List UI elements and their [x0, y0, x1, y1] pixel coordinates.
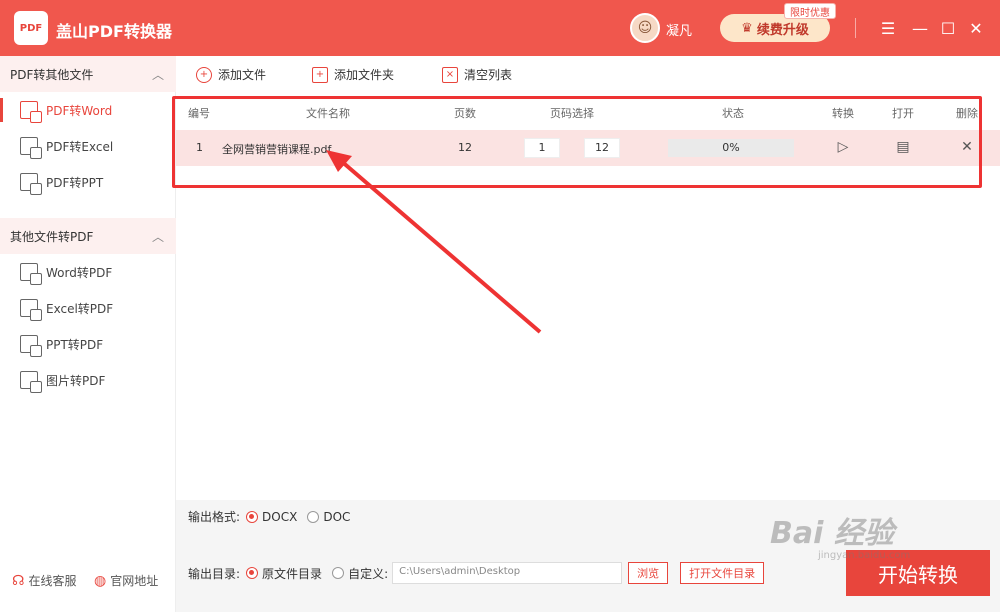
- format-doc-label: DOC: [323, 509, 351, 524]
- radio-on-icon: [246, 510, 259, 523]
- browse-button[interactable]: 浏览: [628, 562, 669, 584]
- radio-off-icon: [307, 510, 320, 523]
- dir-custom-label: 自定义:: [348, 566, 389, 581]
- output-format-label: 输出格式:: [188, 510, 241, 524]
- watermark-subtext: jingyan.baidu.com: [818, 550, 911, 561]
- dir-custom-radio[interactable]: 自定义:: [332, 565, 388, 582]
- watermark-text: Bai 经验: [770, 516, 894, 551]
- dir-original-radio[interactable]: 原文件目录: [246, 565, 322, 582]
- radio-off-icon: [332, 567, 345, 579]
- arrow-shaft: [338, 158, 542, 334]
- format-docx-radio[interactable]: DOCX: [246, 510, 297, 524]
- output-dir-row: 输出目录: 原文件目录 自定义: C:\Users\admin\Desktop …: [188, 562, 765, 584]
- open-folder-button[interactable]: 打开文件目录: [680, 562, 765, 584]
- baidu-watermark: Bai 经验 jingyan.baidu.com: [770, 508, 995, 568]
- dir-original-label: 原文件目录: [262, 566, 323, 581]
- format-doc-radio[interactable]: DOC: [307, 510, 350, 524]
- output-path-input[interactable]: C:\Users\admin\Desktop: [392, 562, 623, 584]
- format-docx-label: DOCX: [262, 509, 298, 524]
- output-format-row: 输出格式: DOCX DOC: [188, 508, 360, 525]
- output-dir-label: 输出目录:: [188, 566, 241, 581]
- radio-on-icon: [246, 567, 259, 579]
